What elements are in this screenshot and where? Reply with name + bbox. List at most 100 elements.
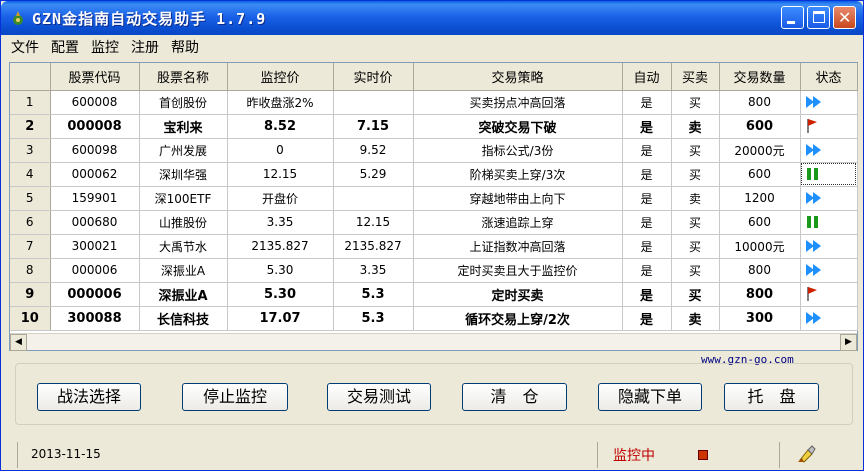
cell-status[interactable]: [800, 114, 858, 139]
trade-test-button[interactable]: 交易测试: [327, 383, 431, 411]
minimize-button[interactable]: [781, 6, 804, 29]
stock-grid[interactable]: 股票代码 股票名称 监控价 实时价 交易策略 自动 买卖 交易数量 状态 1 60…: [9, 62, 858, 351]
table-row[interactable]: 6 000680 山推股份 3.35 12.15 涨速追踪上穿是买 600: [10, 210, 858, 235]
cell-name[interactable]: 深振业A: [139, 258, 228, 283]
cell-side[interactable]: 买: [671, 162, 720, 187]
stop-monitor-button[interactable]: 停止监控: [182, 383, 288, 411]
maximize-button[interactable]: [807, 6, 830, 29]
cell-auto[interactable]: 是: [622, 234, 672, 259]
cell-side[interactable]: 买: [671, 90, 720, 115]
horizontal-scrollbar[interactable]: ◀ ▶: [10, 333, 857, 351]
header-monitor-price[interactable]: 监控价: [227, 63, 334, 91]
cell-name[interactable]: 深振业A: [139, 282, 228, 307]
cell-code[interactable]: 000680: [50, 210, 140, 235]
cell-monitor-price[interactable]: 3.35: [227, 210, 334, 235]
cell-quantity[interactable]: 10000元: [719, 234, 801, 259]
cell-name[interactable]: 首创股份: [139, 90, 228, 115]
cell-name[interactable]: 长信科技: [139, 306, 228, 331]
cell-side[interactable]: 卖: [671, 186, 720, 211]
header-quantity[interactable]: 交易数量: [719, 63, 801, 91]
cell-realtime-price[interactable]: [333, 186, 414, 211]
cell-strategy[interactable]: 阶梯买卖上穿/3次: [413, 162, 623, 187]
cell-strategy[interactable]: 穿越地带由上向下: [413, 186, 623, 211]
scroll-right-icon[interactable]: ▶: [840, 334, 857, 351]
menu-help[interactable]: 帮助: [165, 36, 205, 60]
menu-register[interactable]: 注册: [125, 36, 165, 60]
header-auto[interactable]: 自动: [622, 63, 672, 91]
strategy-select-button[interactable]: 战法选择: [37, 383, 141, 411]
cell-code[interactable]: 159901: [50, 186, 140, 211]
table-row[interactable]: 8 000006 深振业A 5.30 3.35 定时买卖且大于监控价是买 800: [10, 258, 858, 283]
cell-quantity[interactable]: 600: [719, 210, 801, 235]
clean-brush-icon[interactable]: [796, 444, 818, 464]
cell-name[interactable]: 深100ETF: [139, 186, 228, 211]
cell-quantity[interactable]: 600: [719, 114, 801, 139]
cell-monitor-price[interactable]: 17.07: [227, 306, 334, 331]
cell-realtime-price[interactable]: 5.3: [333, 282, 414, 307]
cell-auto[interactable]: 是: [622, 282, 672, 307]
cell-realtime-price[interactable]: 12.15: [333, 210, 414, 235]
cell-strategy[interactable]: 定时买卖: [413, 282, 623, 307]
cell-status[interactable]: [800, 306, 858, 331]
cell-monitor-price[interactable]: 开盘价: [227, 186, 334, 211]
cell-realtime-price[interactable]: 5.29: [333, 162, 414, 187]
cell-quantity[interactable]: 800: [719, 282, 801, 307]
cell-strategy[interactable]: 突破交易下破: [413, 114, 623, 139]
cell-quantity[interactable]: 300: [719, 306, 801, 331]
cell-realtime-price[interactable]: 2135.827: [333, 234, 414, 259]
cell-quantity[interactable]: 600: [719, 162, 801, 187]
cell-monitor-price[interactable]: 8.52: [227, 114, 334, 139]
cell-name[interactable]: 山推股份: [139, 210, 228, 235]
header-strategy[interactable]: 交易策略: [413, 63, 623, 91]
cell-auto[interactable]: 是: [622, 306, 672, 331]
menu-config[interactable]: 配置: [45, 36, 85, 60]
cell-code[interactable]: 600098: [50, 138, 140, 163]
cell-side[interactable]: 买: [671, 234, 720, 259]
cell-code[interactable]: 000008: [50, 114, 140, 139]
cell-side[interactable]: 买: [671, 138, 720, 163]
row-number[interactable]: 5: [10, 186, 51, 211]
cell-code[interactable]: 000062: [50, 162, 140, 187]
cell-status[interactable]: [800, 234, 858, 259]
row-number[interactable]: 1: [10, 90, 51, 115]
cell-quantity[interactable]: 20000元: [719, 138, 801, 163]
row-number[interactable]: 4: [10, 162, 51, 187]
cell-auto[interactable]: 是: [622, 138, 672, 163]
table-row[interactable]: 7 300021 大禹节水 2135.827 2135.827 上证指数冲高回落是买 100…: [10, 234, 858, 259]
row-number[interactable]: 3: [10, 138, 51, 163]
cell-monitor-price[interactable]: 12.15: [227, 162, 334, 187]
header-name[interactable]: 股票名称: [139, 63, 228, 91]
cell-strategy[interactable]: 涨速追踪上穿: [413, 210, 623, 235]
cell-realtime-price[interactable]: [333, 90, 414, 115]
cell-code[interactable]: 600008: [50, 90, 140, 115]
cell-strategy[interactable]: 指标公式/3份: [413, 138, 623, 163]
cell-quantity[interactable]: 1200: [719, 186, 801, 211]
header-code[interactable]: 股票代码: [50, 63, 140, 91]
cell-monitor-price[interactable]: 5.30: [227, 258, 334, 283]
cell-side[interactable]: 卖: [671, 114, 720, 139]
cell-status[interactable]: [800, 210, 858, 235]
cell-name[interactable]: 深圳华强: [139, 162, 228, 187]
cell-strategy[interactable]: 买卖拐点冲高回落: [413, 90, 623, 115]
cell-realtime-price[interactable]: 3.35: [333, 258, 414, 283]
row-number[interactable]: 10: [10, 306, 51, 331]
cell-status[interactable]: [800, 138, 858, 163]
cell-side[interactable]: 买: [671, 282, 720, 307]
table-row[interactable]: 2 000008 宝利来 8.52 7.15 突破交易下破是卖 600: [10, 114, 858, 139]
cell-status[interactable]: [800, 282, 858, 307]
header-side[interactable]: 买卖: [671, 63, 720, 91]
row-number[interactable]: 9: [10, 282, 51, 307]
cell-auto[interactable]: 是: [622, 114, 672, 139]
cell-auto[interactable]: 是: [622, 186, 672, 211]
cell-realtime-price[interactable]: 5.3: [333, 306, 414, 331]
cell-side[interactable]: 卖: [671, 306, 720, 331]
cell-status[interactable]: [800, 90, 858, 115]
cell-code[interactable]: 000006: [50, 282, 140, 307]
cell-name[interactable]: 广州发展: [139, 138, 228, 163]
table-row[interactable]: 1 600008 首创股份 昨收盘涨2% 买卖拐点冲高回落是买 800: [10, 90, 858, 115]
cell-name[interactable]: 大禹节水: [139, 234, 228, 259]
cell-status[interactable]: [800, 186, 858, 211]
hide-order-button[interactable]: 隐藏下单: [598, 383, 702, 411]
clear-position-button[interactable]: 清 仓: [462, 383, 567, 411]
cell-name[interactable]: 宝利来: [139, 114, 228, 139]
